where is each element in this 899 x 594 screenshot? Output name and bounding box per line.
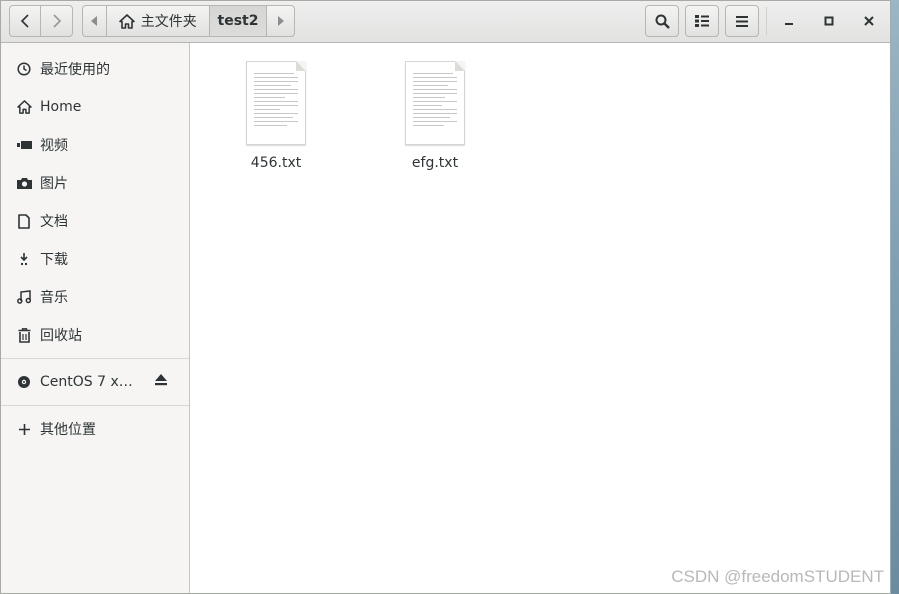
- sidebar-item-label: 音乐: [40, 290, 68, 306]
- chevron-right-icon: [52, 14, 61, 28]
- sidebar-item-label: 下载: [40, 252, 68, 268]
- view-mode-button[interactable]: [685, 5, 719, 37]
- path-scroll-left-button[interactable]: [83, 6, 107, 36]
- path-bar: 主文件夹 test2: [82, 5, 295, 37]
- path-home-label: 主文件夹: [140, 14, 197, 30]
- maximize-icon: [824, 16, 834, 26]
- sidebar-item-label: 回收站: [40, 328, 82, 344]
- path-home-button[interactable]: 主文件夹: [107, 6, 210, 36]
- chevron-left-icon: [20, 14, 29, 28]
- file-view[interactable]: 456.txt efg.txt CSDN @freedomSTUDENT: [190, 43, 890, 593]
- text-file-icon: [246, 61, 306, 145]
- menu-button[interactable]: [725, 5, 759, 37]
- sidebar-item-label: 文档: [40, 214, 68, 230]
- sidebar-item-centos-volume[interactable]: CentOS 7 x…: [1, 363, 189, 401]
- home-icon: [118, 13, 135, 29]
- path-scroll-right-button[interactable]: [267, 6, 294, 36]
- header-separator: [766, 7, 767, 35]
- list-view-icon: [695, 15, 709, 27]
- sidebar-item-videos[interactable]: 视频: [1, 126, 189, 164]
- minimize-icon: [785, 23, 793, 25]
- download-icon: [16, 251, 32, 267]
- disc-icon: [16, 374, 32, 390]
- watermark-text: CSDN @freedomSTUDENT: [671, 567, 884, 586]
- minimize-button[interactable]: [774, 6, 804, 36]
- triangle-left-icon: [91, 16, 98, 26]
- forward-button[interactable]: [40, 5, 73, 37]
- sidebar-separator: [1, 358, 189, 359]
- music-icon: [16, 289, 32, 305]
- header-bar: 主文件夹 test2: [1, 1, 890, 43]
- maximize-button[interactable]: [814, 6, 844, 36]
- desktop-background: [890, 0, 899, 594]
- sidebar-item-pictures[interactable]: 图片: [1, 164, 189, 202]
- home-icon: [16, 99, 32, 115]
- back-button[interactable]: [9, 5, 41, 37]
- sidebar-item-home[interactable]: Home: [1, 88, 189, 126]
- triangle-right-icon: [277, 16, 284, 26]
- close-icon: [864, 16, 874, 26]
- video-icon: [16, 137, 32, 153]
- search-button[interactable]: [645, 5, 679, 37]
- search-icon: [655, 14, 670, 29]
- sidebar-item-downloads[interactable]: 下载: [1, 240, 189, 278]
- sidebar-item-label: 其他位置: [40, 422, 96, 438]
- hamburger-menu-icon: [736, 15, 748, 27]
- content-area: 最近使用的 Home 视频 图片 文档 下载 音乐 回收站 CentOS 7 x…: [1, 43, 890, 593]
- sidebar-item-other-locations[interactable]: 其他位置: [1, 410, 189, 448]
- eject-icon[interactable]: [154, 374, 168, 390]
- file-name: 456.txt: [250, 155, 302, 171]
- sidebar-item-label: 最近使用的: [40, 62, 110, 78]
- camera-icon: [16, 175, 32, 191]
- file-item[interactable]: 456.txt: [221, 61, 331, 171]
- file-item[interactable]: efg.txt: [380, 61, 490, 171]
- path-current-label: test2: [217, 13, 259, 29]
- path-current-button[interactable]: test2: [209, 6, 268, 36]
- clock-icon: [16, 61, 32, 77]
- file-manager-window: 主文件夹 test2 最近使用的 Home 视频 图片 文档 下载 音乐 回收站…: [0, 0, 891, 594]
- trash-icon: [16, 327, 32, 343]
- sidebar-item-label: Home: [40, 99, 82, 115]
- file-name: efg.txt: [411, 155, 459, 171]
- document-icon: [16, 213, 32, 229]
- sidebar-item-label: 图片: [40, 176, 68, 192]
- sidebar-item-label: 视频: [40, 138, 68, 154]
- sidebar-item-recent[interactable]: 最近使用的: [1, 50, 189, 88]
- sidebar-item-label: CentOS 7 x…: [40, 374, 133, 390]
- plus-icon: [16, 421, 32, 437]
- text-file-icon: [405, 61, 465, 145]
- sidebar-item-music[interactable]: 音乐: [1, 278, 189, 316]
- sidebar-separator: [1, 405, 189, 406]
- close-button[interactable]: [854, 6, 884, 36]
- places-sidebar: 最近使用的 Home 视频 图片 文档 下载 音乐 回收站 CentOS 7 x…: [1, 43, 190, 593]
- sidebar-item-documents[interactable]: 文档: [1, 202, 189, 240]
- sidebar-item-trash[interactable]: 回收站: [1, 316, 189, 354]
